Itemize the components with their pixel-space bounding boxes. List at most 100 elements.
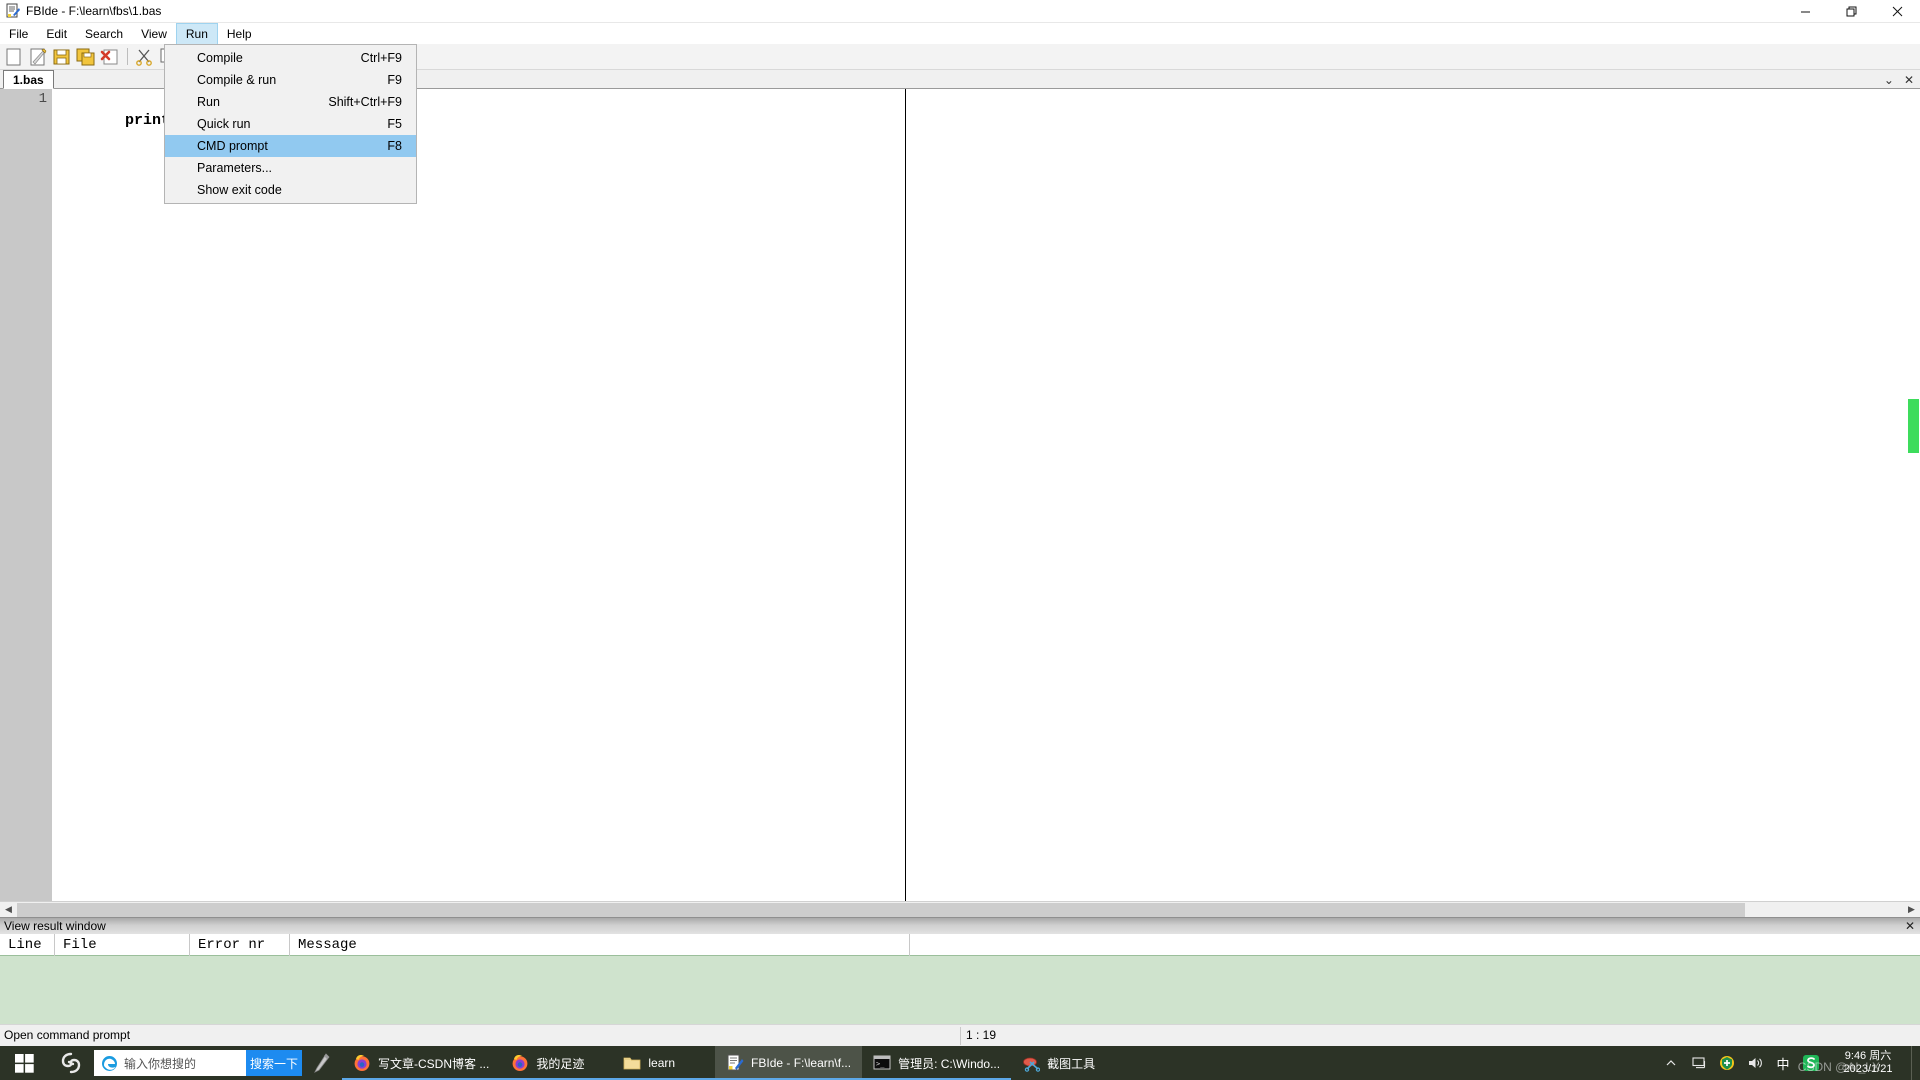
window-controls xyxy=(1782,0,1920,23)
network-icon[interactable] xyxy=(1685,1046,1713,1080)
horizontal-scroll-thumb[interactable] xyxy=(17,902,1745,917)
search-input[interactable]: 输入你想搜的 xyxy=(124,1055,196,1072)
editor-horizontal-scrollbar[interactable]: ◀ ▶ xyxy=(0,901,1920,918)
taskbar-item-fbide[interactable]: FBIde - F:\learn\f... xyxy=(715,1046,863,1080)
sogou-s-icon[interactable] xyxy=(1797,1046,1825,1080)
cmd-icon: >_ xyxy=(873,1054,891,1072)
clock[interactable]: 9:46 周六 2023/1/21 xyxy=(1825,1046,1911,1080)
firefox-icon xyxy=(511,1054,529,1072)
save-all-icon[interactable] xyxy=(75,46,97,68)
taskbar-item-csdn[interactable]: 写文章-CSDN博客 ... xyxy=(342,1046,501,1080)
restore-icon[interactable] xyxy=(1828,0,1874,23)
windows-start-icon[interactable] xyxy=(0,1046,48,1080)
menu-item-compile-run[interactable]: Compile & run F9 xyxy=(165,69,416,91)
menu-bar: File Edit Search View Run Help xyxy=(0,23,1920,44)
close-icon[interactable]: ✕ xyxy=(1905,919,1915,933)
menu-item-run-shortcut: Shift+Ctrl+F9 xyxy=(328,94,402,109)
run-menu-dropdown: Compile Ctrl+F9 Compile & run F9 Run Shi… xyxy=(164,44,417,204)
scroll-left-arrow[interactable]: ◀ xyxy=(0,901,17,918)
sogou-icon[interactable] xyxy=(48,1046,94,1080)
save-file-icon[interactable] xyxy=(51,46,73,68)
column-header-line-label: Line xyxy=(8,936,42,953)
firefox-icon xyxy=(353,1054,371,1072)
menu-item-show-exit-code-label: Show exit code xyxy=(197,182,282,197)
column-header-message[interactable]: Message xyxy=(290,933,910,956)
menu-item-quick-run[interactable]: Quick run F5 xyxy=(165,113,416,135)
volume-icon[interactable] xyxy=(1741,1046,1769,1080)
fbide-document-icon xyxy=(5,3,21,19)
ime-indicator[interactable]: 中 xyxy=(1769,1046,1797,1080)
editor-vertical-scrollbar[interactable] xyxy=(1906,89,1920,901)
cut-icon[interactable] xyxy=(134,46,156,68)
taskbar-item-snipping-tool[interactable]: 截图工具 xyxy=(1011,1046,1106,1080)
menu-item-run[interactable]: Run Shift+Ctrl+F9 xyxy=(165,91,416,113)
menu-search[interactable]: Search xyxy=(76,23,132,44)
tab-1bas[interactable]: 1.bas xyxy=(3,70,54,89)
clock-time: 9:46 周六 xyxy=(1844,1050,1892,1062)
windows-taskbar: 输入你想搜的 搜索一下 写文章-CSDN博客 ... 我的足迹 learn FB… xyxy=(0,1046,1920,1080)
ime-label: 中 xyxy=(1776,1056,1790,1072)
result-window-columns: Line File Error nr Message xyxy=(0,933,1920,956)
chevron-down-icon[interactable]: ⌄ xyxy=(1884,73,1894,87)
taskbar-item-learn[interactable]: learn xyxy=(595,1046,716,1080)
pen-icon[interactable] xyxy=(302,1046,342,1080)
menu-item-cmd-prompt-label: CMD prompt xyxy=(197,138,268,153)
search-button[interactable]: 搜索一下 xyxy=(246,1050,302,1076)
column-header-line[interactable]: Line xyxy=(0,933,55,956)
menu-search-label: Search xyxy=(85,26,124,41)
menu-item-compile-shortcut: Ctrl+F9 xyxy=(360,50,402,65)
show-desktop-button[interactable] xyxy=(1911,1046,1920,1080)
menu-item-cmd-prompt[interactable]: CMD prompt F8 xyxy=(165,135,416,157)
menu-item-parameters[interactable]: Parameters... xyxy=(165,157,416,179)
fbide-icon xyxy=(726,1054,744,1072)
menu-item-run-label: Run xyxy=(197,94,220,109)
menu-help[interactable]: Help xyxy=(218,23,261,44)
search-box[interactable]: 输入你想搜的 搜索一下 xyxy=(94,1050,302,1076)
taskbar-item-footprint-label: 我的足迹 xyxy=(536,1056,585,1071)
close-icon[interactable] xyxy=(1874,0,1920,23)
menu-file[interactable]: File xyxy=(0,23,37,44)
close-file-icon[interactable] xyxy=(99,46,121,68)
menu-help-label: Help xyxy=(226,26,252,41)
horizontal-scroll-track[interactable] xyxy=(17,901,1903,918)
minimize-icon[interactable] xyxy=(1782,0,1828,23)
open-file-icon[interactable] xyxy=(27,46,49,68)
edge-icon xyxy=(98,1055,120,1072)
result-window-body[interactable] xyxy=(0,956,1920,1024)
tab-1bas-label: 1.bas xyxy=(13,72,44,87)
editor-vertical-scroll-thumb[interactable] xyxy=(1908,399,1919,453)
menu-item-show-exit-code[interactable]: Show exit code xyxy=(165,179,416,201)
column-header-file[interactable]: File xyxy=(55,933,190,956)
column-header-message-label: Message xyxy=(298,936,357,953)
status-bar: Open command prompt 1 : 19 xyxy=(0,1024,1920,1046)
close-icon[interactable]: ✕ xyxy=(1904,73,1914,87)
menu-item-parameters-label: Parameters... xyxy=(197,160,273,175)
code-text-area[interactable]: print "你好 xyxy=(52,89,1920,901)
column-header-errornr[interactable]: Error nr xyxy=(190,933,290,956)
scroll-right-arrow[interactable]: ▶ xyxy=(1903,901,1920,918)
menu-edit[interactable]: Edit xyxy=(37,23,76,44)
result-window-title: View result window xyxy=(4,919,106,933)
menu-item-compile[interactable]: Compile Ctrl+F9 xyxy=(165,47,416,69)
new-file-icon[interactable] xyxy=(3,46,25,68)
menu-item-compile-label: Compile xyxy=(197,50,243,65)
menu-view[interactable]: View xyxy=(132,23,176,44)
menu-item-cmd-prompt-shortcut: F8 xyxy=(387,138,402,153)
code-editor[interactable]: 1 print "你好 xyxy=(0,89,1920,901)
taskbar-item-footprint[interactable]: 我的足迹 xyxy=(500,1046,596,1080)
taskbar-item-cmd[interactable]: >_ 管理员: C:\Windo... xyxy=(862,1046,1012,1080)
tab-strip-controls: ⌄ ✕ xyxy=(1884,70,1920,89)
column-header-file-label: File xyxy=(63,936,97,953)
chevron-up-icon[interactable] xyxy=(1657,1046,1685,1080)
snip-icon xyxy=(1022,1054,1041,1072)
system-tray: 中 9:46 周六 2023/1/21 xyxy=(1657,1046,1920,1080)
menu-run-label: Run xyxy=(185,27,208,41)
shield-update-icon[interactable] xyxy=(1713,1046,1741,1080)
title-bar: FBIde - F:\learn\fbs\1.bas xyxy=(0,0,1920,23)
right-margin-guide xyxy=(905,89,906,901)
menu-edit-label: Edit xyxy=(46,26,68,41)
column-header-errornr-label: Error nr xyxy=(198,936,266,953)
status-separator xyxy=(960,1027,961,1045)
menu-run[interactable]: Run xyxy=(175,23,218,44)
clock-date: 2023/1/21 xyxy=(1843,1063,1893,1075)
